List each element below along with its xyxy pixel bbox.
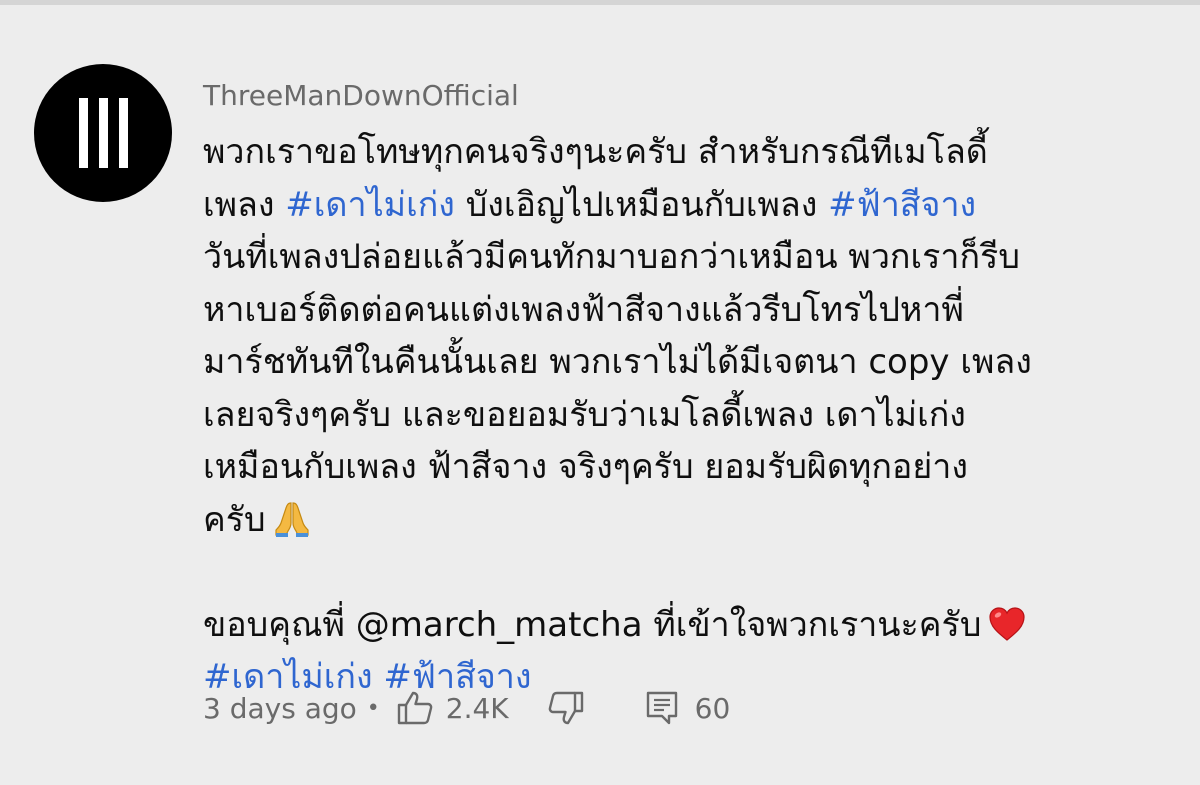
comment-line: เหมือนกับเพลง ฟ้าสีจาง จริงๆครับ ยอมรับผ… bbox=[203, 441, 1163, 494]
comment-blank-line bbox=[203, 546, 1163, 599]
comment-text: พวกเราขอโทษทุกคนจริงๆนะครับ สำหรับกรณีที… bbox=[203, 126, 1163, 704]
comment-line: หาเบอร์ติดต่อคนแต่งเพลงฟ้าสีจางแล้วรีบโท… bbox=[203, 284, 1163, 337]
hashtag-link[interactable]: #ฟ้าสีจาง bbox=[828, 185, 976, 225]
thumbs-down-icon bbox=[548, 691, 583, 725]
comment-text-segment: เหมือนกับเพลง ฟ้าสีจาง จริงๆครับ ยอมรับผ… bbox=[203, 447, 968, 487]
comment-text-segment: เลยจริงๆครับ และขอยอมรับว่าเมโลดี้เพลง เ… bbox=[203, 394, 966, 435]
comment-line: มาร์ชทันทีในคืนนั้นเลย พวกเราไม่ได้มีเจต… bbox=[203, 336, 1163, 389]
folded-hands-icon bbox=[272, 499, 312, 555]
separator-dot: • bbox=[366, 695, 380, 721]
comment-timestamp[interactable]: 3 days ago bbox=[203, 692, 357, 725]
like-count: 2.4K bbox=[445, 691, 509, 725]
red-heart-icon bbox=[987, 604, 1027, 660]
three-bars-icon bbox=[79, 98, 128, 168]
comment-icon bbox=[646, 691, 677, 725]
comment-line: เลยจริงๆครับ และขอยอมรับว่าเมโลดี้เพลง เ… bbox=[203, 389, 1163, 442]
avatar[interactable] bbox=[34, 64, 172, 202]
comment-text-segment: หาเบอร์ติดต่อคนแต่งเพลงฟ้าสีจางแล้วรีบโท… bbox=[203, 289, 964, 330]
hashtag-link[interactable]: #เดาไม่เก่ง bbox=[285, 185, 455, 225]
comment-text-segment: ครับ bbox=[203, 499, 266, 540]
comment-line: เพลง #เดาไม่เก่ง บังเอิญไปเหมือนกับเพลง … bbox=[203, 179, 1163, 232]
comment-line: วันที่เพลงปล่อยแล้วมีคนทักมาบอกว่าเหมือน… bbox=[203, 231, 1163, 284]
top-divider bbox=[0, 0, 1200, 5]
comment-line: ครับ bbox=[203, 494, 1163, 547]
comment-line: ขอบคุณพี่ @march_matcha ที่เข้าใจพวกเราน… bbox=[203, 599, 1163, 652]
reply-count: 60 bbox=[694, 691, 731, 725]
comment-line: พวกเราขอโทษทุกคนจริงๆนะครับ สำหรับกรณีที… bbox=[203, 126, 1163, 179]
comment: ThreeManDownOfficial พวกเราขอโทษทุกคนจริ… bbox=[203, 76, 1163, 704]
comment-text-segment: วันที่เพลงปล่อยแล้วมีคนทักมาบอกว่าเหมือน… bbox=[203, 237, 1020, 277]
comment-author[interactable]: ThreeManDownOfficial bbox=[203, 76, 1163, 116]
thumbs-up-icon bbox=[397, 691, 433, 725]
comment-text-segment: บังเอิญไปเหมือนกับเพลง bbox=[454, 184, 829, 225]
comment-text-segment: เพลง bbox=[203, 184, 286, 225]
comment-actions: 3 days ago • 2.4K 60 bbox=[203, 686, 730, 730]
like-button[interactable] bbox=[396, 690, 434, 726]
comment-text-segment: พวกเราขอโทษทุกคนจริงๆนะครับ สำหรับกรณีที… bbox=[203, 132, 988, 172]
comment-text-segment: มาร์ชทันทีในคืนนั้นเลย พวกเราไม่ได้มีเจต… bbox=[203, 342, 1032, 382]
comment-text-segment: ขอบคุณพี่ @march_matcha ที่เข้าใจพวกเราน… bbox=[203, 604, 982, 645]
dislike-button[interactable] bbox=[547, 690, 585, 726]
reply-button[interactable] bbox=[645, 690, 679, 726]
